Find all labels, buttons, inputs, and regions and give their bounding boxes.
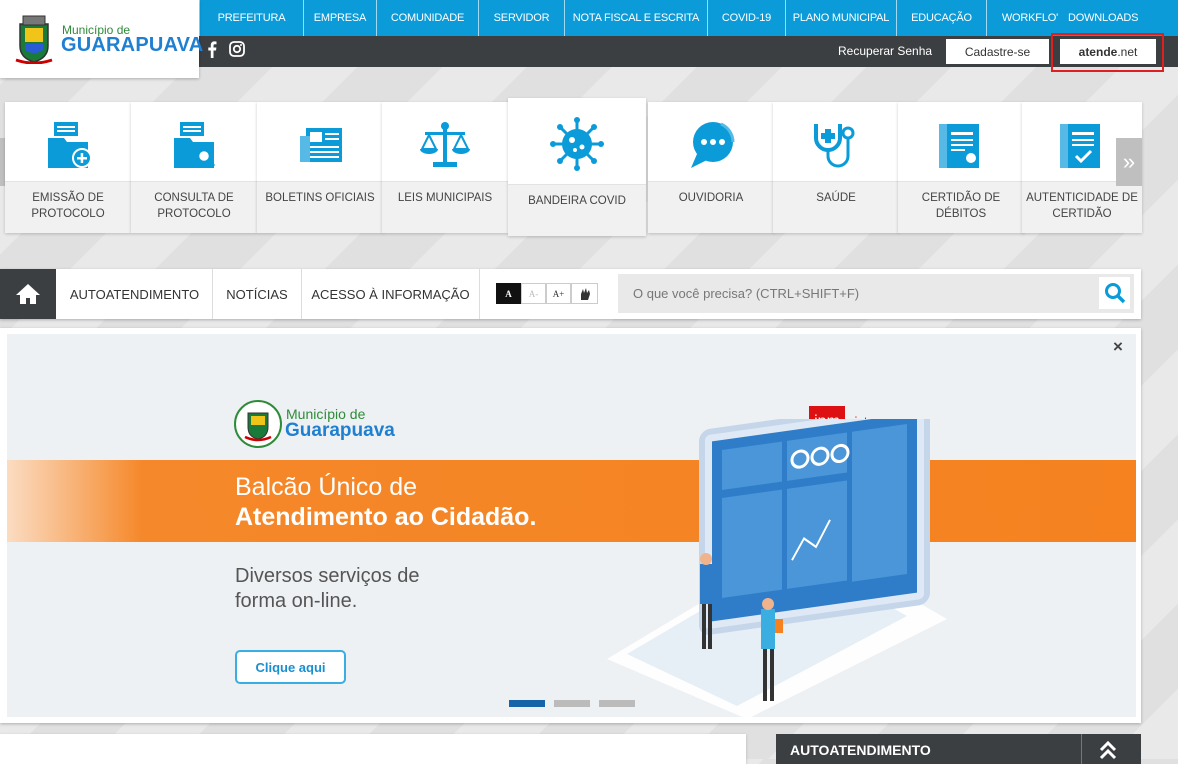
top-nav-prefeitura[interactable]: PREFEITURA <box>199 0 303 36</box>
service-label: CONSULTA DE PROTOCOLO <box>131 181 257 233</box>
site-logo[interactable]: Município de GUARAPUAVA <box>0 0 203 78</box>
service-card-leis-municipais[interactable]: LEIS MUNICIPAIS <box>382 102 508 233</box>
banner-slide[interactable]: Município de Guarapuava ipm sistemas Bal… <box>7 334 1136 717</box>
top-nav-comunidade[interactable]: COMUNIDADE <box>376 0 478 36</box>
top-navigation: PREFEITURA EMPRESA COMUNIDADE SERVIDOR N… <box>199 0 1178 36</box>
font-increase-button[interactable]: A+ <box>546 283 571 304</box>
service-card-emissao-protocolo[interactable]: EMISSÃO DE PROTOCOLO <box>5 102 131 233</box>
banner-headline-2: Atendimento ao Cidadão. <box>235 503 537 531</box>
service-label: OUVIDORIA <box>648 181 774 233</box>
coat-of-arms-icon <box>15 15 53 64</box>
folder-plus-icon <box>48 122 92 168</box>
top-nav-workflow[interactable]: WORKFLO' <box>986 0 1060 36</box>
contrast-button[interactable]: A <box>496 283 521 304</box>
top-nav-covid[interactable]: COVID-19 <box>707 0 785 36</box>
banner-close-button[interactable]: × <box>1113 337 1123 357</box>
logo-bottom-text: GUARAPUAVA <box>61 34 204 56</box>
top-nav-servidor[interactable]: SERVIDOR <box>478 0 564 36</box>
banner-cta-button[interactable]: Clique aqui <box>235 650 346 684</box>
top-nav-empresa[interactable]: EMPRESA <box>303 0 376 36</box>
autoatendimento-panel: AUTOATENDIMENTO <box>776 734 1141 764</box>
virus-icon <box>550 117 604 171</box>
service-label: AUTENTICIDADE DE CERTIDÃO <box>1022 181 1142 233</box>
newspaper-icon <box>300 128 342 162</box>
banner-subtext-1: Diversos serviços de <box>235 565 420 587</box>
banner-subtext-2: forma on-line. <box>235 590 358 612</box>
service-card-bandeira-covid[interactable]: BANDEIRA COVID <box>508 98 646 236</box>
libras-button[interactable] <box>571 283 598 304</box>
service-label: BANDEIRA COVID <box>508 184 646 236</box>
top-nav-nota-fiscal[interactable]: NOTA FISCAL E ESCRITA <box>564 0 707 36</box>
service-card-certidao-debitos[interactable]: CERTIDÃO DE DÉBITOS <box>898 102 1024 233</box>
search-box <box>618 274 1134 313</box>
banner-frame: Município de Guarapuava ipm sistemas Bal… <box>0 328 1141 723</box>
signup-button[interactable]: Cadastre-se <box>946 39 1049 64</box>
folder-search-icon <box>174 122 216 168</box>
search-icon <box>1104 283 1125 304</box>
banner-logo-bottom: Guarapuava <box>285 420 395 441</box>
chat-bubble-icon <box>691 122 735 168</box>
computer-illustration-icon <box>607 419 947 717</box>
service-card-boletins-oficiais[interactable]: BOLETINS OFICIAIS <box>257 102 383 233</box>
service-label: BOLETINS OFICIAIS <box>257 181 383 233</box>
sign-language-icon <box>580 287 590 300</box>
highlight-outline <box>1051 33 1164 72</box>
slide-indicator-2[interactable] <box>554 700 590 707</box>
service-card-saude[interactable]: SAÚDE <box>773 102 899 233</box>
home-icon <box>16 284 40 304</box>
panel-divider <box>1081 734 1082 764</box>
search-button[interactable] <box>1099 277 1130 309</box>
nav-noticias[interactable]: NOTÍCIAS <box>213 269 302 319</box>
banner-headline-1: Balcão Único de <box>235 473 418 501</box>
top-nav-educacao[interactable]: EDUCAÇÃO <box>896 0 986 36</box>
search-input[interactable] <box>618 274 1098 313</box>
banner-orange-strip <box>7 460 1136 542</box>
stethoscope-icon <box>814 124 855 168</box>
service-label: EMISSÃO DE PROTOCOLO <box>5 181 131 233</box>
facebook-icon[interactable] <box>207 41 217 58</box>
municipality-seal-icon <box>234 400 282 448</box>
certificate-check-icon <box>1060 124 1100 168</box>
service-label: CERTIDÃO DE DÉBITOS <box>898 181 1024 233</box>
nav-autoatendimento[interactable]: AUTOATENDIMENTO <box>57 269 213 319</box>
nav-acesso-informacao[interactable]: ACESSO À INFORMAÇÃO <box>302 269 480 319</box>
account-bar: Recuperar Senha Cadastre-se atende .net <box>199 36 1178 67</box>
slide-indicator-3[interactable] <box>599 700 635 707</box>
top-nav-plano-municipal[interactable]: PLANO MUNICIPAL <box>785 0 896 36</box>
service-card-consulta-protocolo[interactable]: CONSULTA DE PROTOCOLO <box>131 102 257 233</box>
instagram-icon[interactable] <box>229 41 245 57</box>
top-nav-downloads[interactable]: DOWNLOADS <box>1060 0 1146 36</box>
slide-indicator-1[interactable] <box>509 700 545 707</box>
font-decrease-button[interactable]: A- <box>521 283 546 304</box>
scales-icon <box>420 122 470 167</box>
certificate-icon <box>939 124 979 168</box>
service-label: LEIS MUNICIPAIS <box>382 181 508 233</box>
service-card-ouvidoria[interactable]: OUVIDORIA <box>648 102 774 233</box>
carousel-next-button[interactable]: » <box>1116 138 1142 186</box>
news-panel <box>0 734 746 764</box>
home-button[interactable] <box>0 269 56 319</box>
main-navigation: AUTOATENDIMENTO NOTÍCIAS ACESSO À INFORM… <box>0 269 1141 319</box>
chevrons-right-icon: » <box>1122 149 1136 174</box>
collapse-chevrons-icon[interactable] <box>1098 740 1118 760</box>
recover-password-link[interactable]: Recuperar Senha <box>838 44 932 58</box>
service-label: SAÚDE <box>773 181 899 233</box>
autoatendimento-panel-title: AUTOATENDIMENTO <box>790 742 931 758</box>
